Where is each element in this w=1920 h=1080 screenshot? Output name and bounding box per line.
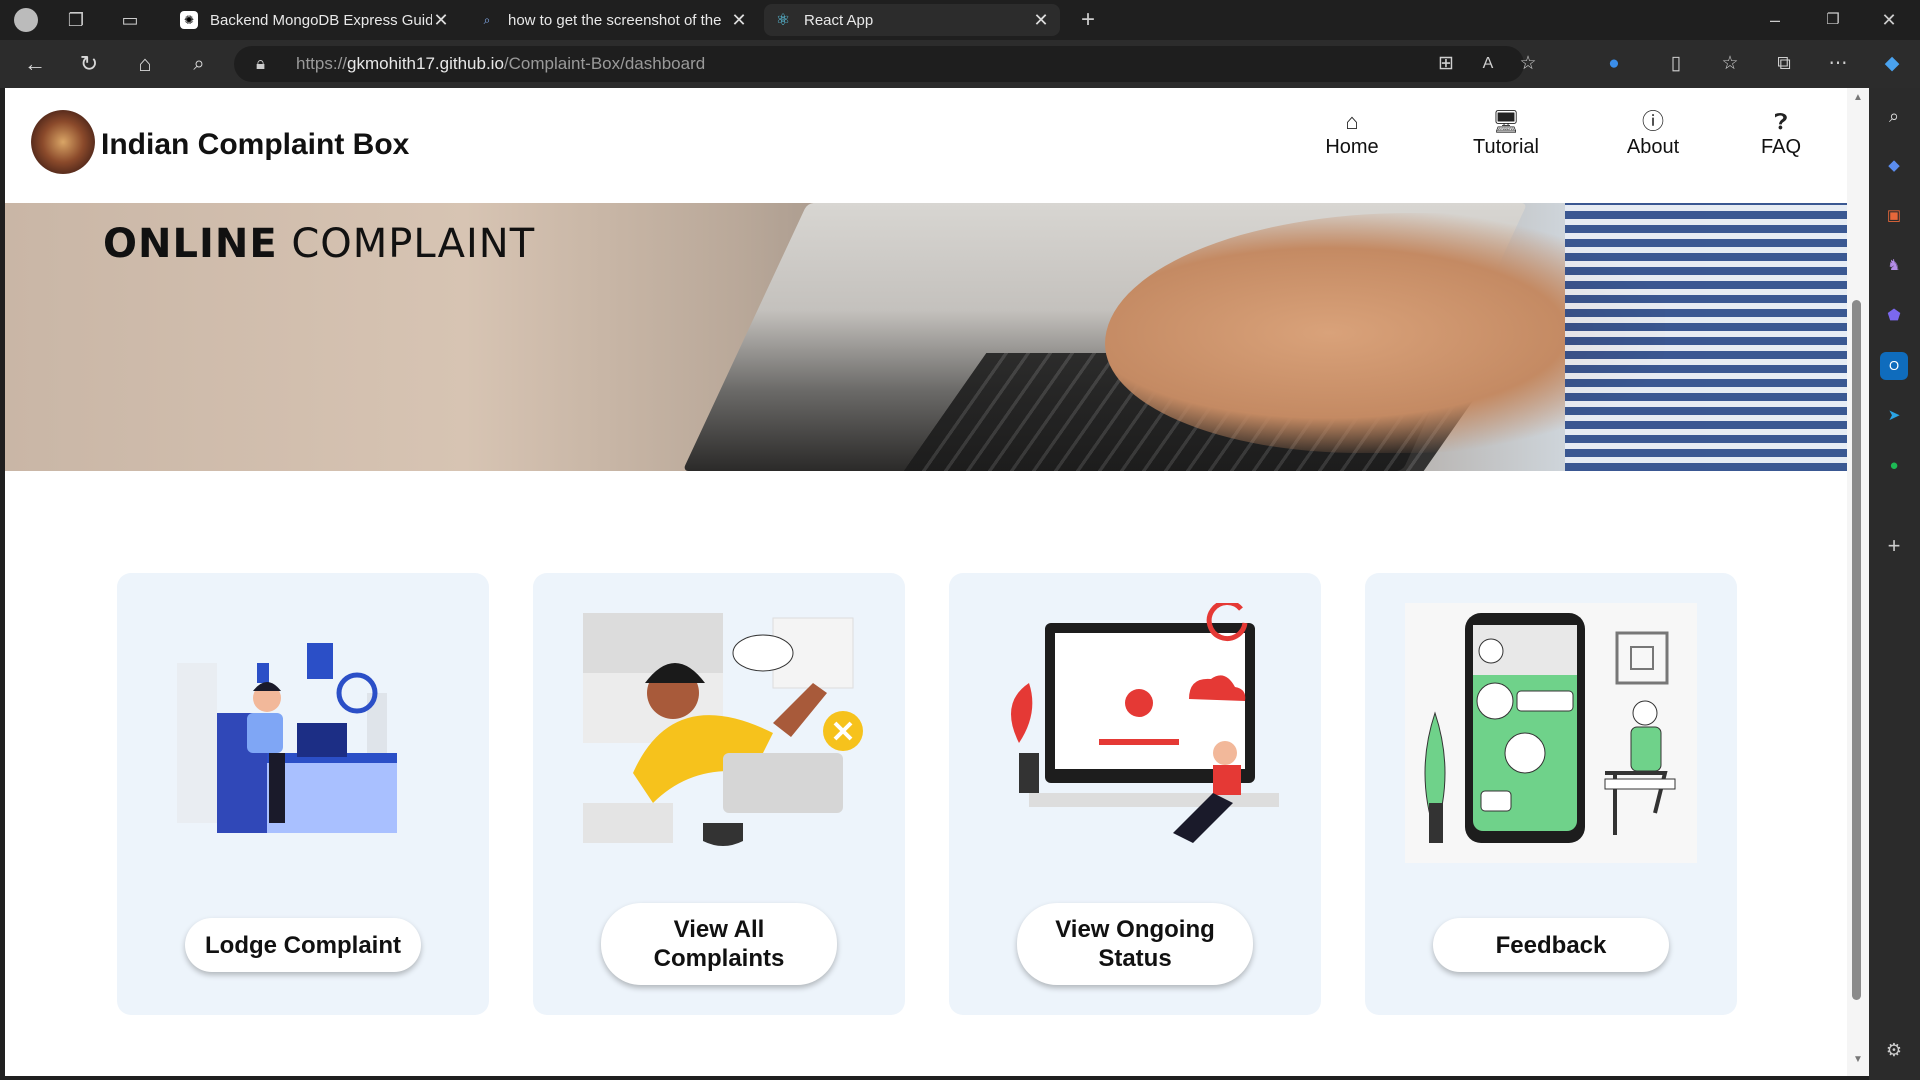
url-prefix: https:// xyxy=(296,54,348,73)
tab-react-app[interactable]: ⚛ React App ✕ xyxy=(764,4,1060,36)
sidebar-telegram-icon[interactable]: ➤ xyxy=(1880,402,1908,430)
label-line-1: View All xyxy=(673,916,765,943)
collections-icon[interactable]: ⧉ xyxy=(1768,48,1800,80)
tab-search[interactable]: ⌕ how to get the screenshot of the ✕ xyxy=(468,4,758,36)
person-at-desk-illustration xyxy=(177,643,397,833)
scrollbar-thumb[interactable] xyxy=(1852,300,1861,1000)
search-icon[interactable]: ⌕ xyxy=(182,48,216,80)
nav-faq-label: FAQ xyxy=(1760,136,1801,158)
browser-toolbar: ← ↻ ⌂ ⌕ 🔒︎ https://gkmohith17.github.io/… xyxy=(0,40,1920,88)
read-aloud-icon[interactable]: A xyxy=(1472,48,1504,80)
sidebar-shopping-icon[interactable]: ◆ xyxy=(1880,152,1908,180)
back-arrow-icon[interactable]: ← xyxy=(18,48,52,80)
card-view-all-complaints[interactable]: View All Complaints xyxy=(533,573,905,1015)
edge-sidebar xyxy=(1869,88,1920,1080)
hero-banner: ONLINE COMPLAINT xyxy=(5,203,1847,471)
info-icon: ⓘ xyxy=(1641,109,1664,134)
restore-icon[interactable]: ❐ xyxy=(1818,0,1848,40)
sidebar-tools-icon[interactable]: ▣ xyxy=(1880,202,1908,230)
chatgpt-icon: ✺ xyxy=(180,11,198,29)
sidebar-spotify-icon[interactable]: ● xyxy=(1880,452,1908,480)
refresh-icon[interactable]: ↻ xyxy=(72,48,106,80)
label-line-2: Status xyxy=(1098,945,1172,972)
more-menu-icon[interactable]: ⋯ xyxy=(1822,48,1854,80)
woman-waving-illustration xyxy=(583,613,863,846)
tab-actions-icon[interactable]: ▭ xyxy=(116,0,144,40)
tab-title: React App xyxy=(804,11,874,29)
card-view-ongoing-status[interactable]: View Ongoing Status xyxy=(949,573,1321,1015)
app-available-icon[interactable]: ⊞ xyxy=(1430,48,1462,80)
nav-tutorial-label: Tutorial xyxy=(1473,136,1539,158)
workspaces-icon[interactable]: ❐ xyxy=(62,0,90,40)
nav-home[interactable]: ⌂ Home xyxy=(1317,108,1387,159)
sidebar-outlook-icon[interactable]: O xyxy=(1880,352,1908,380)
monitor-icon: 🖥︎ xyxy=(1492,109,1520,134)
phone-feedback-illustration xyxy=(1405,603,1697,863)
sleeve-image xyxy=(1565,203,1847,471)
url-host: gkmohith17.github.io xyxy=(347,54,504,73)
sidebar-games-icon[interactable]: ♞ xyxy=(1880,252,1908,280)
address-bar[interactable]: 🔒︎ https://gkmohith17.github.io/Complain… xyxy=(234,46,1537,82)
site-title[interactable]: Indian Complaint Box xyxy=(101,128,409,162)
sidebar-search-icon[interactable]: ⌕ xyxy=(1880,102,1908,130)
nav-faq[interactable]: ❓︎ FAQ xyxy=(1751,108,1811,159)
nav-about[interactable]: ⓘ About xyxy=(1617,108,1689,159)
scroll-down-arrow-icon[interactable]: ▼ xyxy=(1853,1054,1863,1065)
view-ongoing-status-label: View Ongoing Status xyxy=(1055,915,1215,973)
search-icon: ⌕ xyxy=(483,12,491,27)
view-all-complaints-button[interactable]: View All Complaints xyxy=(601,903,837,985)
sidebar-copilot-icon[interactable]: ⬟ xyxy=(1880,302,1908,330)
site-logo[interactable] xyxy=(31,110,95,174)
nav-tutorial[interactable]: 🖥︎ Tutorial xyxy=(1462,108,1550,159)
home-icon[interactable]: ⌂ xyxy=(128,48,162,80)
close-window-icon[interactable]: ✕ xyxy=(1874,0,1904,40)
lodge-complaint-label: Lodge Complaint xyxy=(205,931,401,959)
faq-icon: ❓︎ xyxy=(1774,109,1788,134)
split-screen-icon[interactable]: ▯ xyxy=(1660,48,1692,80)
url-text: https://gkmohith17.github.io/Complaint-B… xyxy=(296,46,705,82)
copilot-icon[interactable]: ◆ xyxy=(1876,48,1908,80)
banner-heading: ONLINE COMPLAINT xyxy=(103,221,535,267)
favorite-star-icon[interactable]: ☆ xyxy=(1512,48,1544,80)
minimize-icon[interactable]: – xyxy=(1760,0,1790,40)
new-tab-icon[interactable]: + xyxy=(1072,0,1104,40)
lodge-complaint-button[interactable]: Lodge Complaint xyxy=(185,918,421,972)
extension-icon[interactable]: ● xyxy=(1598,48,1630,80)
favorites-icon[interactable]: ☆ xyxy=(1714,48,1746,80)
banner-word-complaint: COMPLAINT xyxy=(291,221,536,267)
react-icon: ⚛ xyxy=(775,12,791,29)
label-line-2: Complaints xyxy=(653,945,785,972)
view-all-complaints-label: View All Complaints xyxy=(654,915,785,973)
close-tab-icon[interactable]: ✕ xyxy=(432,10,450,31)
close-tab-icon[interactable]: ✕ xyxy=(730,10,748,31)
nav-home-label: Home xyxy=(1325,136,1379,158)
nav-about-label: About xyxy=(1626,136,1680,158)
web-page: Indian Complaint Box ⌂ Home 🖥︎ Tutorial … xyxy=(5,88,1847,1076)
feedback-button[interactable]: Feedback xyxy=(1433,918,1669,972)
close-tab-icon[interactable]: ✕ xyxy=(1032,10,1050,31)
tab-backend-guide[interactable]: ✺ Backend MongoDB Express Guid ✕ xyxy=(170,4,460,36)
scroll-up-arrow-icon[interactable]: ▲ xyxy=(1853,92,1863,103)
profile-avatar[interactable] xyxy=(14,8,38,32)
tab-title: Backend MongoDB Express Guid xyxy=(210,11,432,29)
browser-tab-strip: ❐ ▭ ✺ Backend MongoDB Express Guid ✕ ⌕ h… xyxy=(0,0,1920,40)
feedback-label: Feedback xyxy=(1495,931,1607,959)
card-lodge-complaint[interactable]: Lodge Complaint xyxy=(117,573,489,1015)
card-feedback[interactable]: Feedback xyxy=(1365,573,1737,1015)
view-ongoing-status-button[interactable]: View Ongoing Status xyxy=(1017,903,1253,985)
lock-icon[interactable]: 🔒︎ xyxy=(256,46,265,82)
banner-word-online: ONLINE xyxy=(103,221,278,267)
status-monitor-illustration xyxy=(1011,603,1279,843)
tab-title: how to get the screenshot of the xyxy=(508,11,722,29)
label-line-1: View Ongoing xyxy=(1055,916,1215,943)
sidebar-add-icon[interactable]: + xyxy=(1880,532,1908,560)
sidebar-settings-icon[interactable]: ⚙ xyxy=(1880,1036,1908,1064)
home-icon: ⌂ xyxy=(1345,109,1359,134)
url-path: /Complaint-Box/dashboard xyxy=(503,54,706,73)
